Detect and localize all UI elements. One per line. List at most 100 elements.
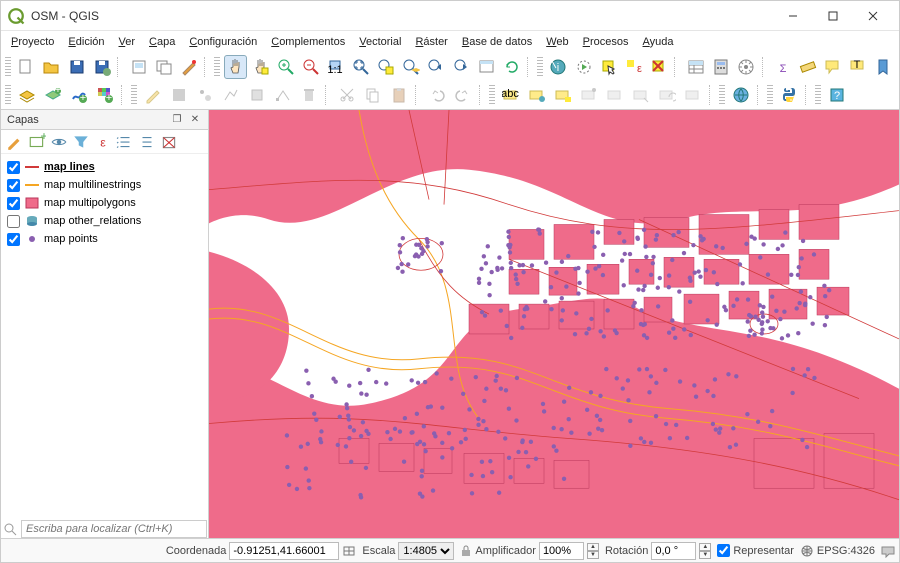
save-edits-button[interactable]: [167, 83, 191, 107]
layer-row[interactable]: map other_relations: [3, 212, 206, 230]
zoom-in-button[interactable]: [274, 55, 297, 79]
refresh-button[interactable]: [500, 55, 523, 79]
layer-checkbox[interactable]: [7, 233, 20, 246]
label-show-button[interactable]: [603, 83, 627, 107]
layer-row[interactable]: map points: [3, 230, 206, 248]
toolbar-grip[interactable]: [5, 57, 11, 77]
zoom-last-button[interactable]: [425, 55, 448, 79]
render-checkbox[interactable]: [717, 544, 730, 557]
layer-row[interactable]: map multilinestrings: [3, 176, 206, 194]
label-highlight-button[interactable]: [551, 83, 575, 107]
rotation-input[interactable]: [651, 542, 696, 560]
scale-select[interactable]: 1:4805: [398, 542, 454, 560]
filter-legend-button[interactable]: [71, 132, 91, 152]
toolbar-grip[interactable]: [537, 57, 543, 77]
collapse-all-button[interactable]: [137, 132, 157, 152]
label-change-button[interactable]: [681, 83, 705, 107]
new-project-button[interactable]: [15, 55, 38, 79]
toolbar-grip[interactable]: [767, 85, 773, 105]
toolbox-button[interactable]: [735, 55, 758, 79]
menu-eb[interactable]: Web: [540, 34, 574, 50]
layer-checkbox[interactable]: [7, 215, 20, 228]
save-as-button[interactable]: [90, 55, 113, 79]
visibility-button[interactable]: [49, 132, 69, 152]
label-pin-button[interactable]: [577, 83, 601, 107]
rotation-spinner[interactable]: ▲▼: [699, 543, 711, 559]
menu-ectorial[interactable]: Vectorial: [353, 34, 407, 50]
add-poly-button[interactable]: [245, 83, 269, 107]
map-canvas[interactable]: [209, 110, 899, 538]
label-move-button[interactable]: [629, 83, 653, 107]
node-tool-button[interactable]: [271, 83, 295, 107]
toolbar-grip[interactable]: [214, 57, 220, 77]
menu-rocesos[interactable]: Procesos: [577, 34, 635, 50]
label-rule-button[interactable]: [525, 83, 549, 107]
crs-button[interactable]: EPSG:4326: [800, 544, 875, 558]
select-button[interactable]: [597, 55, 620, 79]
copy-button[interactable]: [361, 83, 385, 107]
menu-dición[interactable]: Edición: [62, 34, 110, 50]
add-vector-button[interactable]: +: [67, 83, 91, 107]
measure-button[interactable]: [797, 55, 820, 79]
pan-selection-button[interactable]: [249, 55, 272, 79]
zoom-out-button[interactable]: [299, 55, 322, 79]
zoom-layer-button[interactable]: [400, 55, 423, 79]
style-dock-button[interactable]: [5, 132, 25, 152]
identify-button[interactable]: i: [547, 55, 570, 79]
paste-button[interactable]: [387, 83, 411, 107]
expand-all-button[interactable]: [115, 132, 135, 152]
messages-button[interactable]: [881, 544, 895, 558]
locator-input[interactable]: [21, 520, 207, 538]
stats-button[interactable]: Σ: [771, 55, 794, 79]
extents-toggle-icon[interactable]: [342, 544, 356, 558]
style-manager-button[interactable]: [177, 55, 200, 79]
zoom-native-button[interactable]: 1:1: [324, 55, 347, 79]
menu-yuda[interactable]: Ayuda: [637, 34, 680, 50]
delete-feature-button[interactable]: [297, 83, 321, 107]
toolbar-grip[interactable]: [131, 85, 137, 105]
bookmark-button[interactable]: [872, 55, 895, 79]
label-rotate-button[interactable]: [655, 83, 679, 107]
toolbar-grip[interactable]: [5, 85, 11, 105]
field-calc-button[interactable]: [709, 55, 732, 79]
new-geopackage-button[interactable]: +: [41, 83, 65, 107]
add-raster-button[interactable]: +: [93, 83, 117, 107]
zoom-selection-button[interactable]: [375, 55, 398, 79]
menu-onfiguración[interactable]: Configuración: [183, 34, 263, 50]
menu-apa[interactable]: Capa: [143, 34, 181, 50]
action-button[interactable]: [572, 55, 595, 79]
label-single-button[interactable]: abc: [499, 83, 523, 107]
layer-checkbox[interactable]: [7, 179, 20, 192]
close-button[interactable]: [853, 2, 893, 30]
layer-row[interactable]: map lines: [3, 158, 206, 176]
layers-tree[interactable]: map linesmap multilinestringsmap multipo…: [1, 154, 208, 520]
select-value-button[interactable]: ε: [622, 55, 645, 79]
toolbar-grip[interactable]: [815, 85, 821, 105]
coord-input[interactable]: [229, 542, 339, 560]
zoom-next-button[interactable]: [450, 55, 473, 79]
toolbar-grip[interactable]: [489, 85, 495, 105]
python-console-button[interactable]: [777, 83, 801, 107]
print-layout-button[interactable]: [127, 55, 150, 79]
attribute-table-button[interactable]: [684, 55, 707, 79]
minimize-button[interactable]: [773, 2, 813, 30]
menu-áster[interactable]: Ráster: [409, 34, 453, 50]
menu-royecto[interactable]: Proyecto: [5, 34, 60, 50]
help-button[interactable]: ?: [825, 83, 849, 107]
deselect-button[interactable]: [647, 55, 670, 79]
layout-manager-button[interactable]: [152, 55, 175, 79]
menu-ase de datos[interactable]: Base de datos: [456, 34, 538, 50]
menu-omplementos[interactable]: Complementos: [265, 34, 351, 50]
magnifier-spinner[interactable]: ▲▼: [587, 543, 599, 559]
maximize-button[interactable]: [813, 2, 853, 30]
map-tips-button[interactable]: [822, 55, 845, 79]
cut-button[interactable]: [335, 83, 359, 107]
add-line-button[interactable]: [219, 83, 243, 107]
zoom-full-button[interactable]: [350, 55, 373, 79]
menu-er[interactable]: Ver: [113, 34, 142, 50]
layer-row[interactable]: map multipolygons: [3, 194, 206, 212]
lock-icon[interactable]: [460, 545, 472, 557]
layer-checkbox[interactable]: [7, 197, 20, 210]
open-project-button[interactable]: [40, 55, 63, 79]
layer-checkbox[interactable]: [7, 161, 20, 174]
